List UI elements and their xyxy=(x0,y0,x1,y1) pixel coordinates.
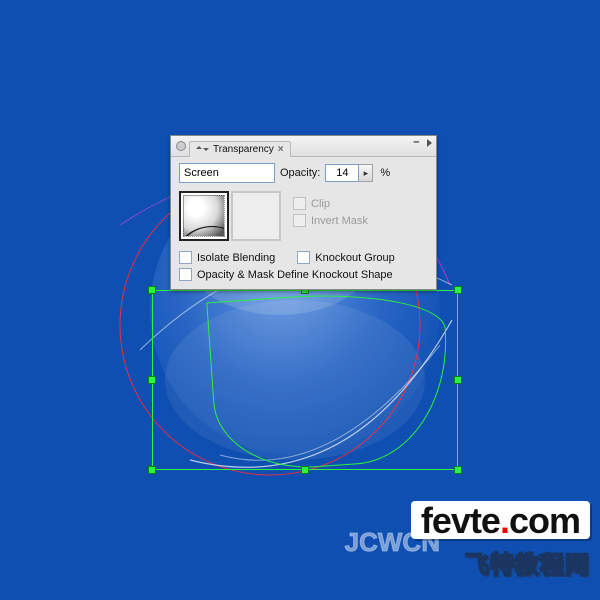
selection-handle[interactable] xyxy=(454,466,462,474)
transparency-panel: Transparency × ━ Opacity: ▸ % xyxy=(170,135,437,290)
isolate-blending-checkbox[interactable]: Isolate Blending xyxy=(179,251,275,264)
selection-handle[interactable] xyxy=(148,466,156,474)
invert-mask-label: Invert Mask xyxy=(311,215,368,227)
clip-checkbox: Clip xyxy=(293,197,368,210)
tab-transparency[interactable]: Transparency × xyxy=(189,141,291,157)
selection-bounding-box[interactable] xyxy=(152,290,458,470)
mask-thumbnail[interactable] xyxy=(231,191,281,241)
selection-handle[interactable] xyxy=(301,466,309,474)
invert-mask-checkbox: Invert Mask xyxy=(293,214,368,227)
selection-handle[interactable] xyxy=(148,376,156,384)
watermark: fevte.com 飞特教程网 xyxy=(411,501,590,580)
selection-handle[interactable] xyxy=(454,286,462,294)
opacity-mask-knockout-checkbox[interactable]: Opacity & Mask Define Knockout Shape xyxy=(179,268,428,281)
panel-grip-icon[interactable] xyxy=(176,141,186,151)
tab-collapse-icon[interactable] xyxy=(196,148,209,151)
opacity-stepper[interactable]: ▸ xyxy=(359,164,373,182)
opacity-input[interactable] xyxy=(325,164,359,182)
opacity-suffix: % xyxy=(380,167,390,179)
watermark-brand: fevte.com xyxy=(411,501,590,539)
knockout-group-label: Knockout Group xyxy=(315,252,395,264)
selection-handle[interactable] xyxy=(148,286,156,294)
knockout-group-checkbox[interactable]: Knockout Group xyxy=(297,251,395,264)
panel-minimize-button[interactable]: ━ xyxy=(414,138,419,147)
clip-label: Clip xyxy=(311,198,330,210)
opacity-mask-knockout-label: Opacity & Mask Define Knockout Shape xyxy=(197,269,393,281)
selection-handle[interactable] xyxy=(454,376,462,384)
tab-close-button[interactable]: × xyxy=(278,144,284,155)
opacity-thumbnail[interactable] xyxy=(179,191,229,241)
blend-mode-dropdown[interactable] xyxy=(179,163,275,183)
panel-title: Transparency xyxy=(213,144,274,155)
opacity-label: Opacity: xyxy=(280,167,320,179)
panel-menu-icon[interactable] xyxy=(427,139,432,147)
isolate-blending-label: Isolate Blending xyxy=(197,252,275,264)
watermark-subtitle: 飞特教程网 xyxy=(465,545,590,580)
panel-tabs: Transparency × ━ xyxy=(171,136,436,157)
